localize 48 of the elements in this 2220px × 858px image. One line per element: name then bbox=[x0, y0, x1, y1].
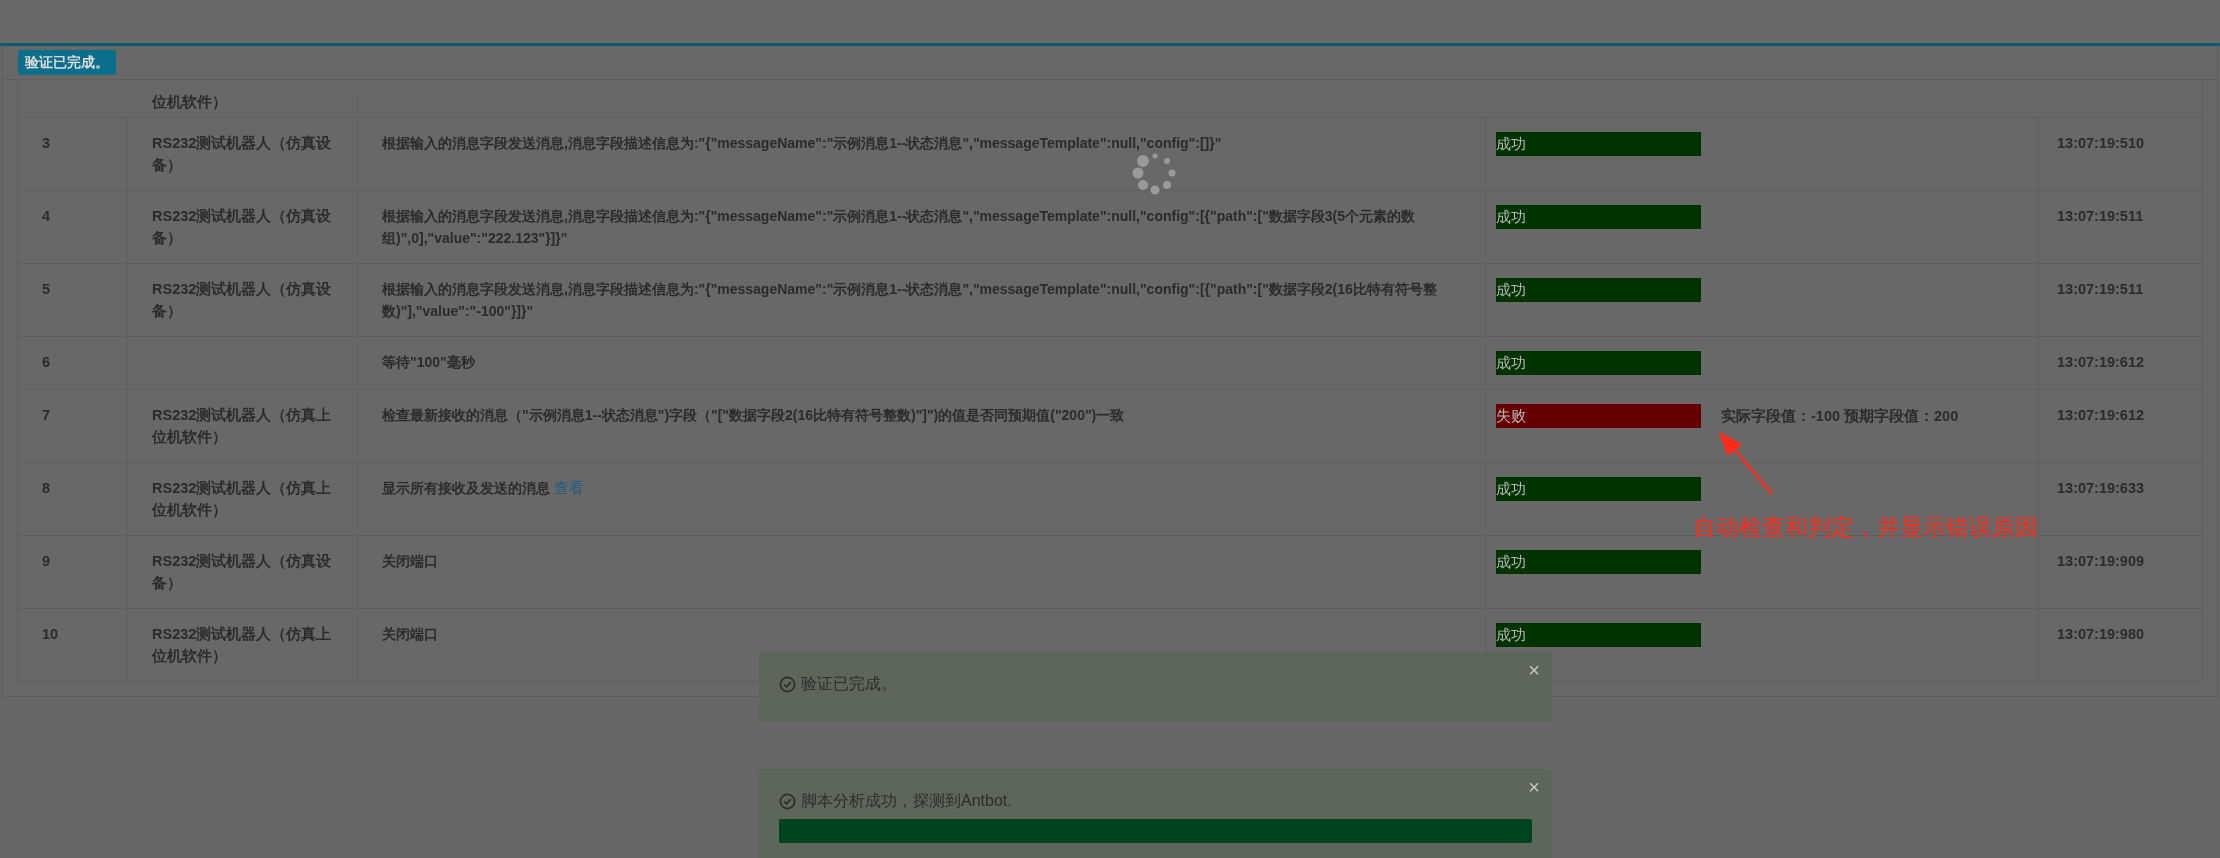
timestamp: 13:07:19:511 bbox=[2057, 281, 2144, 297]
robot-name: RS232测试机器人（仿真设备） bbox=[152, 281, 332, 319]
timestamp: 13:07:19:511 bbox=[2057, 208, 2144, 224]
robot-name: 位机软件） bbox=[152, 94, 227, 110]
annotation-arrow bbox=[1718, 432, 1774, 496]
timestamp: 13:07:19:510 bbox=[2057, 135, 2145, 151]
robot-name: RS232测试机器人（仿真设备） bbox=[152, 553, 332, 591]
close-button[interactable]: × bbox=[1528, 660, 1540, 680]
row-number: 7 bbox=[42, 407, 51, 423]
step-description: 检查最新接收的消息（"示例消息1--状态消息")字段（"["数据字段2(16比特有符号整数)"]")的值是否同预期值("200")一致 bbox=[382, 407, 1125, 423]
robot-name: RS232测试机器人（仿真设备） bbox=[152, 135, 332, 173]
row-number: 4 bbox=[42, 208, 51, 224]
row-number: 8 bbox=[42, 480, 51, 496]
check-circle-icon bbox=[779, 675, 796, 693]
step-description: 根据输入的消息字段发送消息,消息字段描述信息为:"{"messageName":"示例消息1--状态消息","messageTemplate":null,"config":[{"path":["数据字段3(5个元素的数组)",0],"value":"222.123"}]}" bbox=[382, 208, 1416, 246]
timestamp: 13:07:19:909 bbox=[2057, 553, 2145, 569]
row-number: 10 bbox=[42, 626, 59, 642]
timestamp: 13:07:19:612 bbox=[2057, 354, 2145, 370]
status-bar: 成功 bbox=[1496, 351, 1701, 375]
status-bar: 成功 bbox=[1496, 623, 1701, 647]
row-number: 6 bbox=[42, 354, 51, 370]
step-description: 等待"100"毫秒 bbox=[382, 354, 475, 370]
timestamp: 13:07:19:633 bbox=[2057, 480, 2145, 496]
step-description: 根据输入的消息字段发送消息,消息字段描述信息为:"{"messageName":"示例消息1--状态消息","messageTemplate":null,"config":[]}" bbox=[382, 135, 1222, 151]
error-detail: 实际字段值：-100 预期字段值：200 bbox=[1721, 407, 1959, 426]
status-bar: 成功 bbox=[1496, 278, 1701, 302]
check-circle-icon bbox=[779, 792, 796, 810]
close-button[interactable]: × bbox=[1528, 777, 1540, 797]
robot-name: RS232测试机器人（仿真上位机软件） bbox=[152, 626, 332, 664]
status-badge: 验证已完成。 bbox=[18, 50, 116, 75]
row-number: 3 bbox=[42, 135, 51, 151]
status-bar: 成功 bbox=[1496, 477, 1701, 501]
row-number: 5 bbox=[42, 281, 51, 297]
step-description: 显示所有接收及发送的消息 bbox=[382, 480, 550, 496]
timestamp: 13:07:19:612 bbox=[2057, 407, 2145, 423]
robot-name: RS232测试机器人（仿真上位机软件） bbox=[152, 407, 332, 445]
step-description: 关闭端口 bbox=[382, 626, 438, 642]
robot-name: RS232测试机器人（仿真设备） bbox=[152, 208, 332, 246]
timestamp: 13:07:19:980 bbox=[2057, 626, 2145, 642]
step-description: 关闭端口 bbox=[382, 553, 438, 569]
row-number: 9 bbox=[42, 553, 51, 569]
status-bar: 成功 bbox=[1496, 132, 1701, 156]
step-description: 根据输入的消息字段发送消息,消息字段描述信息为:"{"messageName":"示例消息1--状态消息","messageTemplate":null,"config":[{"path":["数据字段2(16比特有符号整数)"],"value":"-100"}]}" bbox=[382, 281, 1437, 319]
status-bar: 失败 bbox=[1496, 404, 1701, 428]
annotation-text: 自动检查和判定，并显示错误原因 bbox=[1693, 513, 2038, 542]
status-bar: 成功 bbox=[1496, 205, 1701, 229]
status-bar: 成功 bbox=[1496, 550, 1701, 574]
robot-name: RS232测试机器人（仿真上位机软件） bbox=[152, 480, 332, 518]
